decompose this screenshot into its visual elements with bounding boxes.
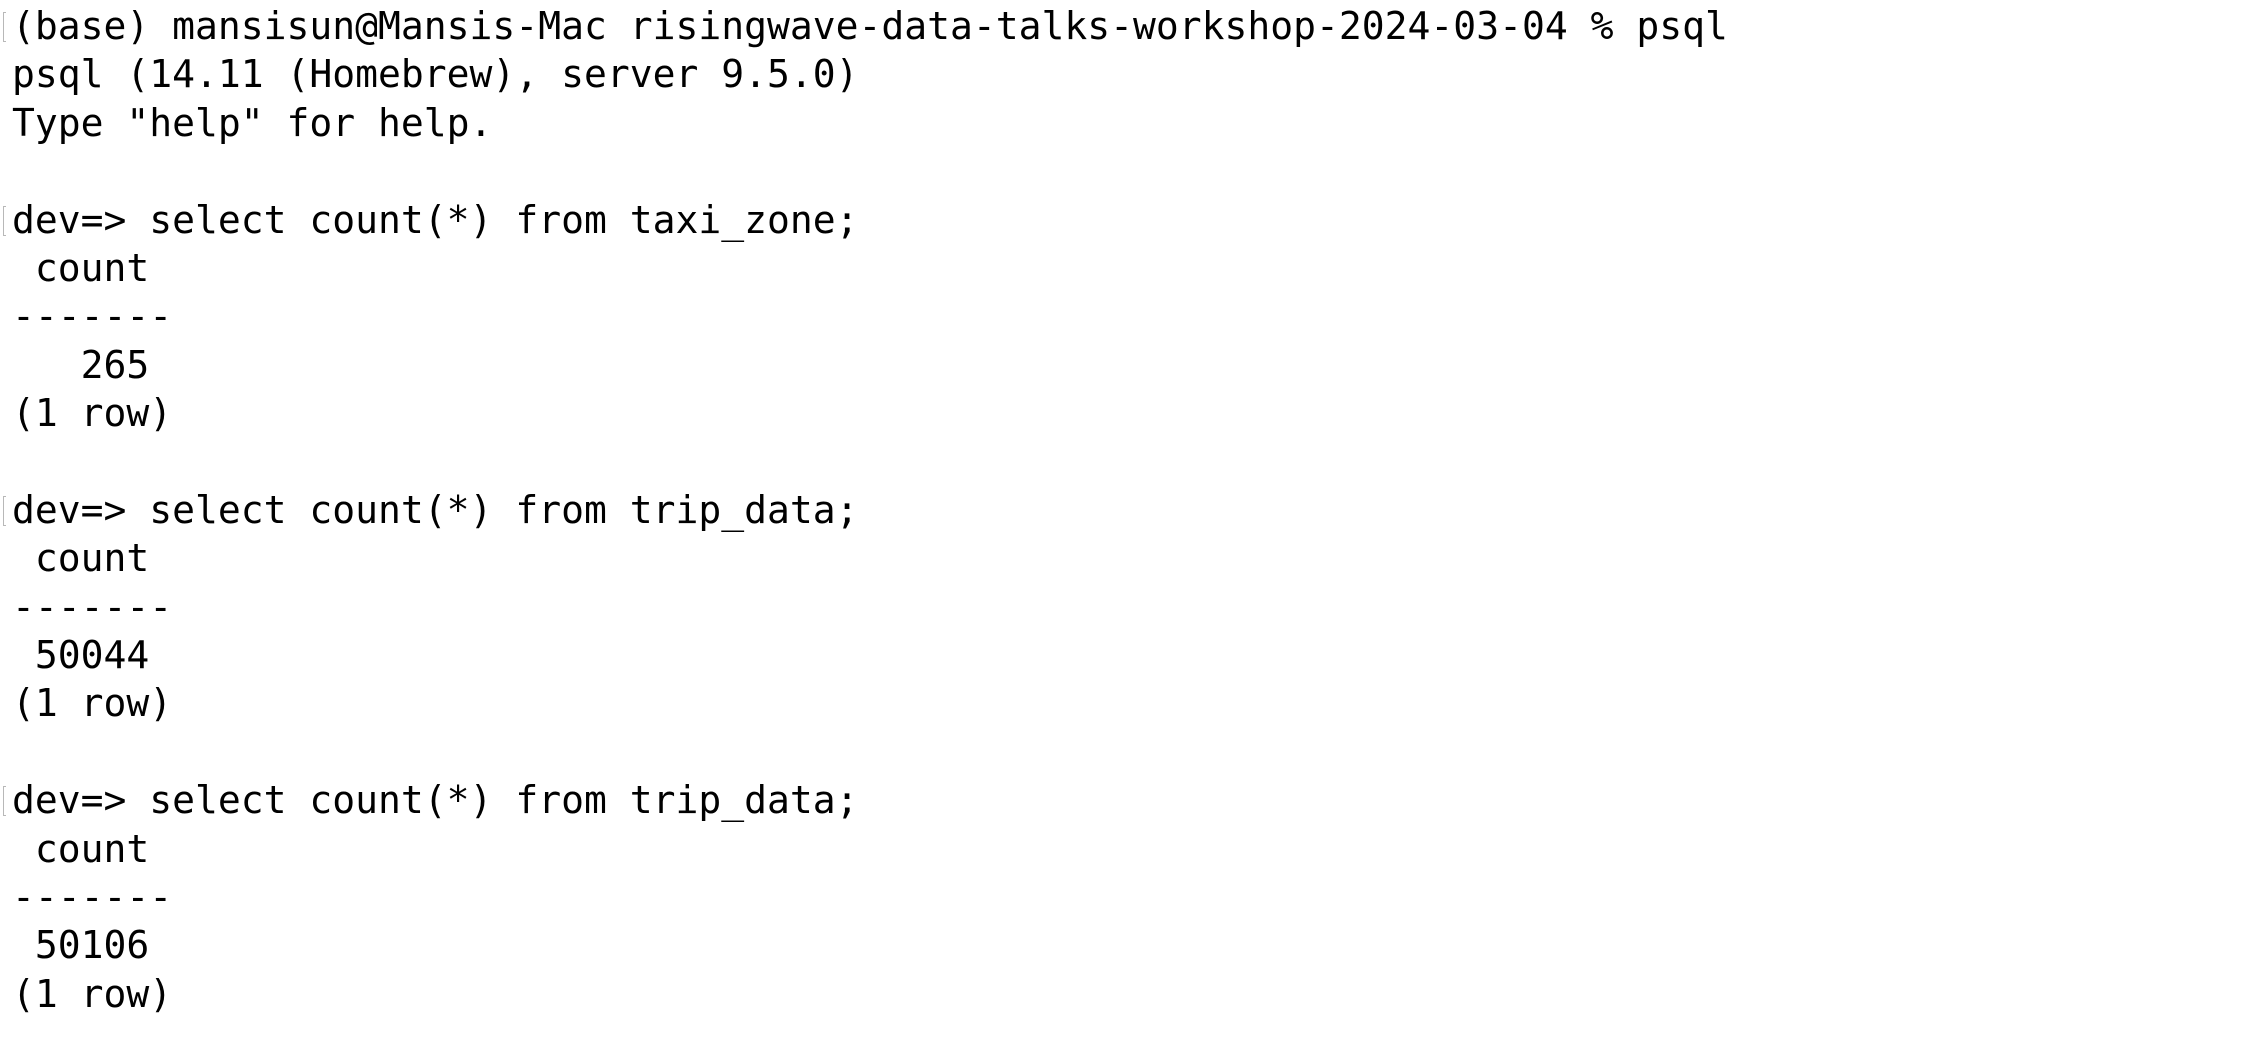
line-text: (1 row) [12,391,173,436]
line-text: count [12,536,150,581]
line-text: count [12,245,150,290]
psql-version-line: psql (14.11 (Homebrew), server 9.5.0) [12,50,2256,98]
row-count: (1 row) [12,679,2256,727]
line-text: ------- [12,584,173,629]
prompt-mark-icon [3,786,6,817]
line-text: ------- [12,294,173,339]
result-header: count [12,534,2256,582]
line-text: 50044 [12,633,150,678]
result-header: count [12,825,2256,873]
line-text: Type "help" for help. [12,100,493,145]
result-header: count [12,244,2256,292]
line-text: ------- [12,875,173,920]
line-text: (base) mansisun@Mansis-Mac risingwave-da… [12,4,1728,48]
shell-prompt-line: (base) mansisun@Mansis-Mac risingwave-da… [3,2,2256,50]
line-text: count [12,826,150,871]
result-separator: ------- [12,873,2256,921]
prompt-mark-icon [3,12,6,42]
line-text: (1 row) [12,971,173,1016]
prompt-mark-icon [3,205,6,236]
query-line: dev=> select count(*) from trip_data; [3,776,2256,824]
line-text: 265 [12,342,150,387]
line-text: psql (14.11 (Homebrew), server 9.5.0) [12,52,859,97]
line-text: (1 row) [12,681,173,726]
result-value: 50106 [12,921,2256,969]
result-separator: ------- [12,292,2256,340]
line-text: dev=> select count(*) from taxi_zone; [12,197,859,242]
row-count: (1 row) [12,970,2256,1018]
result-separator: ------- [12,583,2256,631]
line-text: dev=> select count(*) from trip_data; [12,487,859,532]
line-text: 50106 [12,923,150,968]
row-count: (1 row) [12,389,2256,437]
result-value: 50044 [12,631,2256,679]
prompt-mark-icon [3,495,6,526]
terminal-window[interactable]: (base) mansisun@Mansis-Mac risingwave-da… [0,0,2256,1040]
line-text: dev=> select count(*) from trip_data; [12,778,859,823]
result-value: 265 [12,341,2256,389]
query-line: dev=> select count(*) from taxi_zone; [3,196,2256,244]
query-line: dev=> select count(*) from trip_data; [3,486,2256,534]
help-hint-line: Type "help" for help. [12,99,2256,147]
